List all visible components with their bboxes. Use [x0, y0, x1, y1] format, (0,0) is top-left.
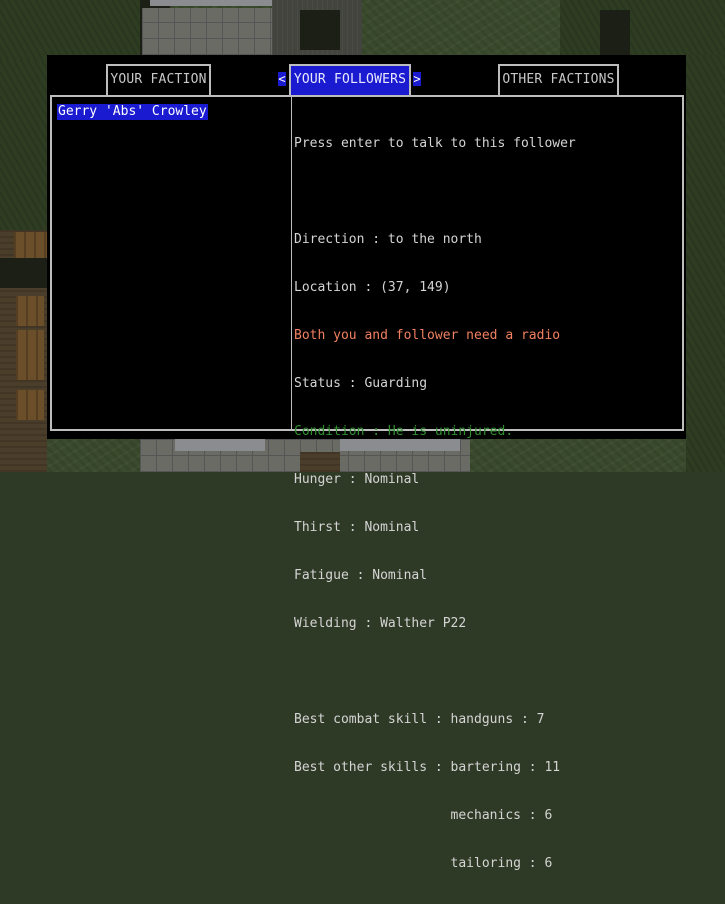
followers-list: Gerry 'Abs' Crowley	[50, 95, 292, 431]
best-other-skill-2: mechanics : 6	[294, 808, 553, 823]
best-other-skill-1: Best other skills : bartering : 11	[294, 760, 561, 775]
follower-details: Press enter to talk to this follower Dir…	[291, 95, 684, 871]
list-item[interactable]: Gerry 'Abs' Crowley	[57, 104, 208, 120]
tab-your-faction[interactable]: YOUR FACTION	[106, 64, 211, 96]
thirst-text: Thirst : Nominal	[294, 520, 420, 535]
talk-prompt: Press enter to talk to this follower	[294, 136, 576, 151]
condition-text: Condition : He is uninjured.	[294, 424, 514, 439]
faction-dialog: YOUR FACTION < YOUR FOLLOWERS > OTHER FA…	[47, 55, 686, 871]
direction-text: Direction : to the north	[294, 232, 482, 247]
radio-warning: Both you and follower need a radio	[294, 328, 561, 343]
wielding-text: Wielding : Walther P22	[294, 616, 467, 631]
location-text: Location : (37, 149)	[294, 280, 451, 295]
tab-other-factions[interactable]: OTHER FACTIONS	[498, 64, 619, 96]
fatigue-text: Fatigue : Nominal	[294, 568, 428, 583]
hunger-text: Hunger : Nominal	[294, 472, 420, 487]
best-other-skill-3: tailoring : 6	[294, 856, 553, 871]
tab-prev-arrow[interactable]: <	[278, 72, 286, 86]
tab-next-arrow[interactable]: >	[413, 72, 421, 86]
best-combat-skill: Best combat skill : handguns : 7	[294, 712, 545, 727]
status-text: Status : Guarding	[294, 376, 428, 391]
tab-your-followers[interactable]: YOUR FOLLOWERS	[289, 64, 411, 96]
